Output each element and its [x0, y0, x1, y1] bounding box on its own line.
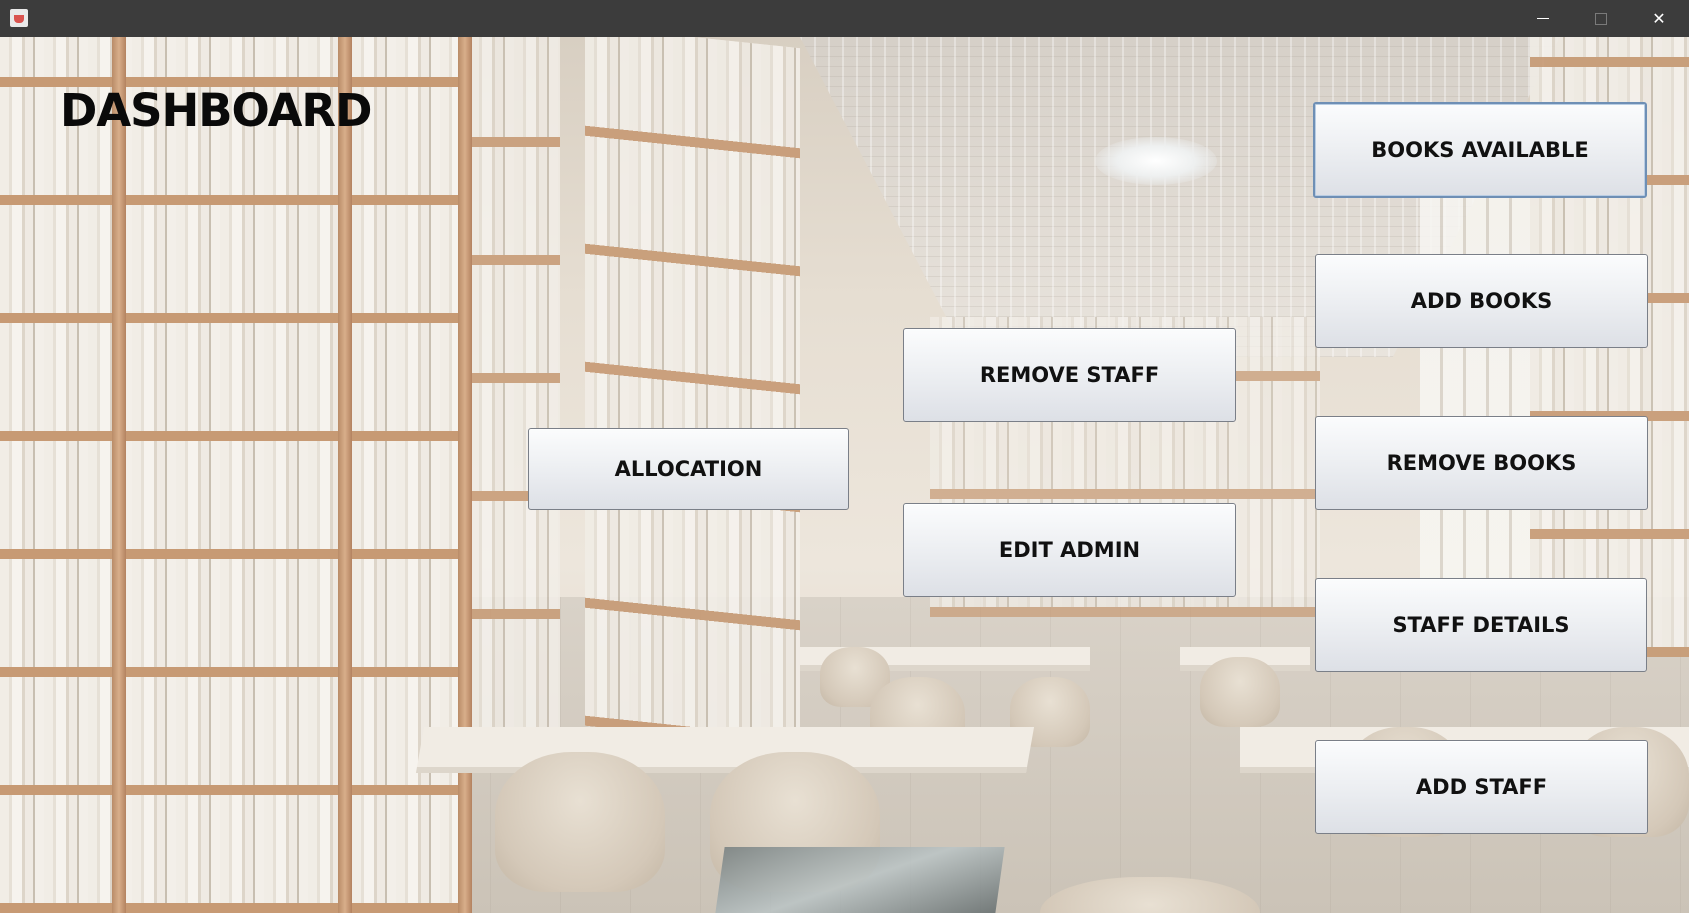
minimize-button[interactable] [1514, 0, 1572, 37]
reading-table [415, 727, 1035, 773]
maximize-button[interactable] [1572, 0, 1630, 37]
minimize-icon [1537, 18, 1549, 19]
center-bookshelf [585, 37, 800, 749]
shelf-post [458, 37, 472, 913]
title-bar[interactable]: ✕ [0, 0, 1689, 37]
add-staff-button[interactable]: ADD STAFF [1315, 740, 1648, 834]
shelf-post [112, 37, 126, 913]
java-coffee-icon [10, 9, 28, 27]
staff-details-button[interactable]: STAFF DETAILS [1315, 578, 1647, 672]
close-icon: ✕ [1652, 9, 1666, 28]
app-window: ✕ DASHBOARD BOOKS AVAILABLE ADD BOOKS RE… [0, 0, 1689, 913]
chair [495, 752, 665, 892]
left-bookshelf [0, 37, 470, 913]
remove-books-button[interactable]: REMOVE BOOKS [1315, 416, 1648, 510]
glass-display [715, 847, 1005, 913]
ceiling-lamp [1095, 137, 1217, 185]
edit-admin-button[interactable]: EDIT ADMIN [903, 503, 1236, 597]
add-books-button[interactable]: ADD BOOKS [1315, 254, 1648, 348]
close-button[interactable]: ✕ [1630, 0, 1688, 37]
remove-staff-button[interactable]: REMOVE STAFF [903, 328, 1236, 422]
page-title: DASHBOARD [60, 84, 372, 137]
shelf-post [338, 37, 352, 913]
chair [1200, 657, 1280, 727]
maximize-icon [1595, 12, 1607, 25]
allocation-button[interactable]: ALLOCATION [528, 428, 849, 510]
left-bookshelf-end [470, 37, 560, 737]
books-available-button[interactable]: BOOKS AVAILABLE [1313, 102, 1647, 198]
